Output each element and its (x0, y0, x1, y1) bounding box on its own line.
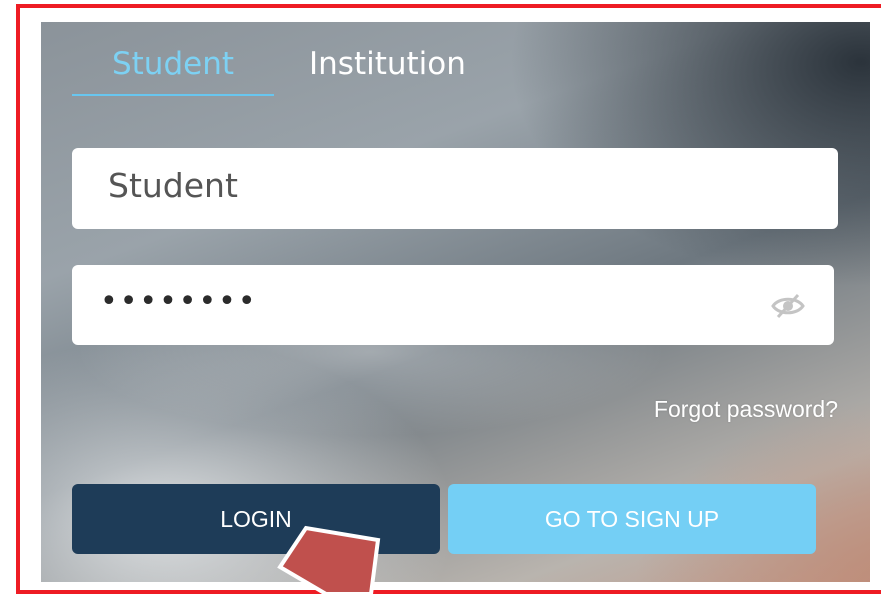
signup-button[interactable]: GO TO SIGN UP (448, 484, 816, 554)
arrow-pointer-icon (277, 525, 381, 594)
username-value: Student (108, 166, 238, 205)
password-field[interactable]: •••••••• (72, 265, 834, 345)
login-panel: Student Institution Student •••••••• For… (41, 22, 870, 582)
tab-institution[interactable]: Institution (309, 44, 466, 96)
tab-student[interactable]: Student (72, 44, 274, 96)
username-field[interactable]: Student (72, 148, 838, 229)
forgot-password-link[interactable]: Forgot password? (654, 396, 838, 423)
password-value: •••••••• (100, 284, 258, 319)
eye-slash-icon[interactable] (770, 293, 806, 319)
